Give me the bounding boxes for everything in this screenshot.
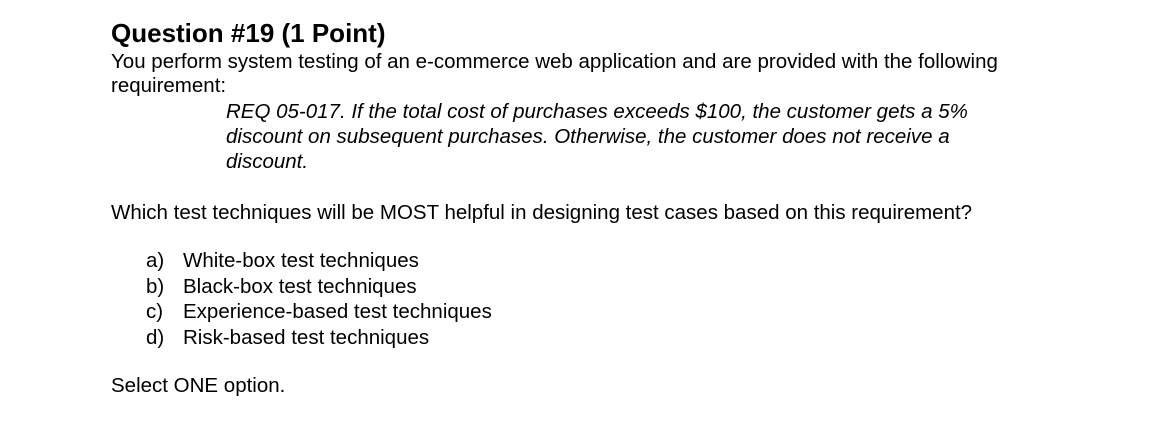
requirement-block: REQ 05-017. If the total cost of purchas… [226,99,968,174]
option-c[interactable]: c) Experience-based test techniques [146,299,492,325]
option-d[interactable]: d) Risk-based test techniques [146,325,492,351]
requirement-line: discount on subsequent purchases. Otherw… [226,125,950,148]
question-prompt: Which test techniques will be MOST helpf… [111,201,973,224]
option-text: Black-box test techniques [183,274,417,298]
intro-line: You perform system testing of an e-comme… [111,50,998,73]
option-b[interactable]: b) Black-box test techniques [146,274,492,300]
select-instruction: Select ONE option. [111,374,286,397]
requirement-line: discount. [226,150,309,173]
option-text: Experience-based test techniques [183,300,492,323]
options-list: a) White-box test techniques b) Black-bo… [146,248,492,350]
question-intro: You perform system testing of an e-comme… [111,50,1101,98]
option-a[interactable]: a) White-box test techniques [146,248,492,274]
option-letter: b) [146,274,165,298]
option-letter: d) [146,325,165,349]
question-title: Question #19 (1 Point) [111,18,386,48]
option-letter: c) [146,300,164,323]
option-text: White-box test techniques [183,249,419,272]
option-letter: a) [146,249,165,272]
intro-line: requirement: [111,74,227,97]
requirement-line: REQ 05-017. If the total cost of purchas… [226,100,968,123]
option-text: Risk-based test techniques [183,325,430,349]
